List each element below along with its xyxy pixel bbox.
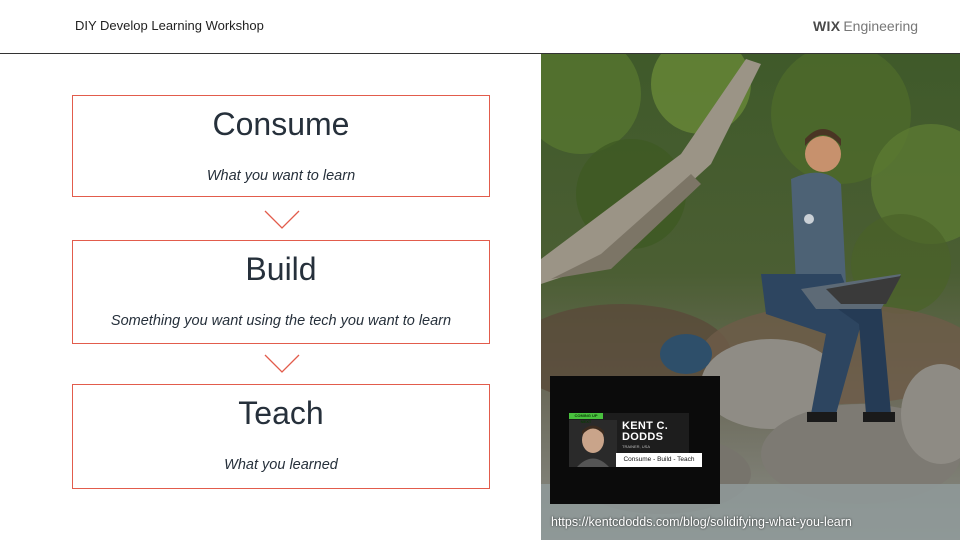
speaker-photo [569,420,617,467]
step-subtitle: What you learned [224,457,338,473]
step-title: Teach [238,395,324,431]
wix-engineering-logo: WIX Engineering [813,18,918,34]
step-title: Build [245,251,317,287]
speaker-role: TRAINER, USA [622,444,651,449]
speaker-name: KENT C. DODDS [622,420,669,443]
step-build-box: Build Something you want using the tech … [72,240,490,344]
coming-up-tag: COMING UP NEXT [569,413,603,424]
brand-engineering: Engineering [843,18,919,34]
step-consume-box: Consume What you want to learn [72,95,490,197]
source-link[interactable]: https://kentcdodds.com/blog/solidifying-… [551,515,852,529]
talk-title-bar: Consume - Build - Teach [616,453,702,467]
chevron-down-icon [264,354,300,373]
step-title: Consume [212,106,350,142]
step-subtitle: What you want to learn [206,168,356,184]
step-subtitle: Something you want using the tech you wa… [110,313,452,329]
presentation-title: DIY Develop Learning Workshop [75,18,264,33]
step-teach-box: Teach What you learned [72,384,490,489]
brand-wix: WIX [813,18,841,34]
chevron-down-icon [264,210,300,229]
